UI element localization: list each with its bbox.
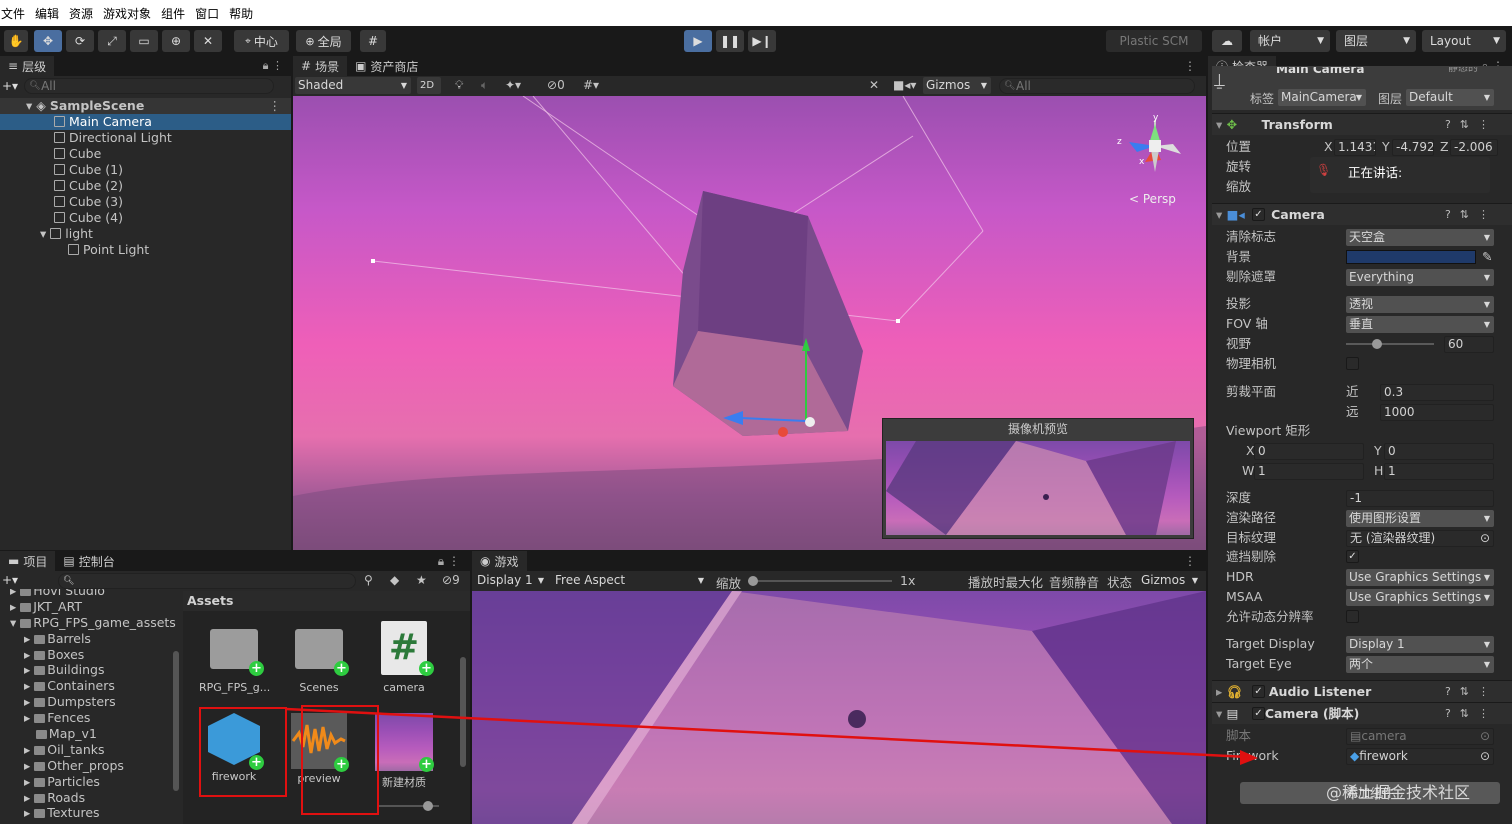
watermark: @稀土掘金技术社区 xyxy=(1326,783,1471,802)
annotation-arrow xyxy=(285,707,1258,765)
